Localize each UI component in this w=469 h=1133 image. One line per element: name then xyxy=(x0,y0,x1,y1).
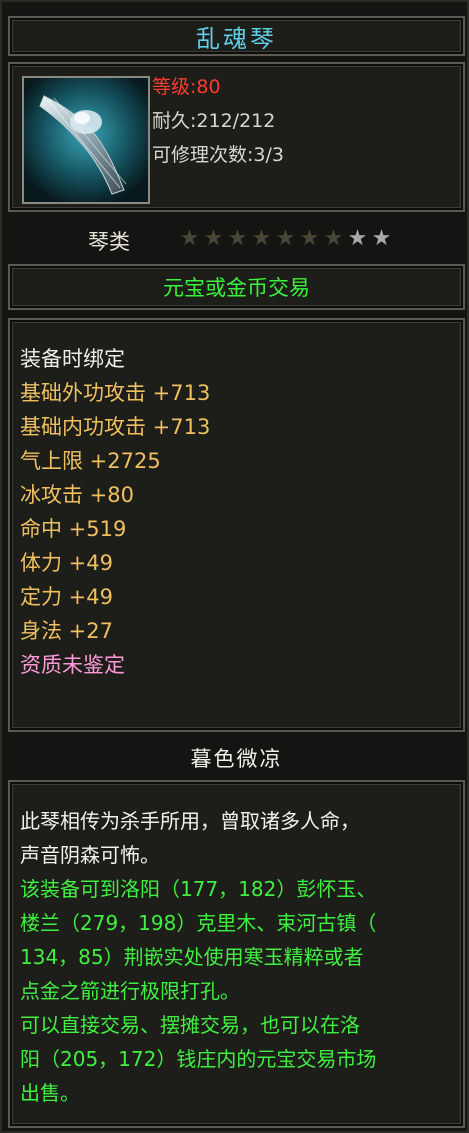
attribute-line: 命中 +519 xyxy=(20,517,127,541)
star-icon: ★ xyxy=(371,226,392,251)
description-line: 此琴相传为杀手所用，曾取诸多人命， xyxy=(20,809,360,833)
item-subtitle: 暮色微凉 xyxy=(190,747,283,771)
star-icon: ★ xyxy=(299,226,320,251)
attribute-line: 气上限 +2725 xyxy=(20,449,161,473)
description-line: 楼兰（279，198）克里木、束河古镇（ xyxy=(20,911,377,935)
description-line: 阳（205，172）钱庄内的元宝交易市场 xyxy=(20,1047,377,1071)
item-type-row: 琴类 ★ ★ ★ ★ ★ ★ ★ ★ ★ xyxy=(8,218,465,260)
attribute-line: 装备时绑定 xyxy=(20,347,125,371)
attribute-line: 冰攻击 +80 xyxy=(20,483,134,507)
item-type: 琴类 xyxy=(88,230,130,254)
description-line: 声音阴森可怖。 xyxy=(20,843,160,867)
star-icon: ★ xyxy=(347,226,368,251)
attribute-line: 基础外功攻击 +713 xyxy=(20,381,211,405)
title-bar: 乱魂琴 xyxy=(8,16,465,56)
description-line: 该装备可到洛阳（177，182）彭怀玉、 xyxy=(20,877,377,901)
description-line: 134，85）荆嵌实处使用寒玉精粹或者 xyxy=(20,945,364,969)
trade-type: 元宝或金币交易 xyxy=(163,276,310,300)
attributes-panel: 装备时绑定 基础外功攻击 +713 基础内功攻击 +713 气上限 +2725 … xyxy=(8,318,465,732)
item-name: 乱魂琴 xyxy=(196,24,277,53)
item-durability: 耐久:212/212 xyxy=(152,110,276,132)
subtitle-bar: 暮色微凉 xyxy=(8,739,465,777)
star-icon: ★ xyxy=(227,226,248,251)
star-icon: ★ xyxy=(203,226,224,251)
item-level: 等级:80 xyxy=(152,76,221,98)
guqin-item-icon xyxy=(22,76,150,204)
star-icon: ★ xyxy=(323,226,344,251)
description-line: 可以直接交易、摆摊交易，也可以在洛 xyxy=(20,1013,360,1037)
description-line: 出售。 xyxy=(20,1081,80,1105)
attribute-line: 基础内功攻击 +713 xyxy=(20,415,211,439)
item-repair-count: 可修理次数:3/3 xyxy=(152,144,284,166)
attribute-line: 体力 +49 xyxy=(20,551,113,575)
item-info-panel: 等级:80 耐久:212/212 可修理次数:3/3 xyxy=(8,62,465,212)
star-icon: ★ xyxy=(251,226,272,251)
attribute-line: 身法 +27 xyxy=(20,619,113,643)
trade-bar: 元宝或金币交易 xyxy=(8,264,465,310)
description-line: 点金之箭进行极限打孔。 xyxy=(20,979,240,1003)
item-tooltip: 乱魂琴 等级:80 耐久:212/212 可修理次数:3/3 琴类 ★ ★ ★ … xyxy=(0,0,469,1133)
attribute-line: 资质未鉴定 xyxy=(20,653,125,677)
star-rating: ★ ★ ★ ★ ★ ★ ★ ★ ★ xyxy=(178,228,393,250)
star-icon: ★ xyxy=(275,226,296,251)
description-panel: 此琴相传为杀手所用，曾取诸多人命， 声音阴森可怖。 该装备可到洛阳（177，18… xyxy=(8,780,465,1128)
attribute-line: 定力 +49 xyxy=(20,585,113,609)
star-icon: ★ xyxy=(179,226,200,251)
